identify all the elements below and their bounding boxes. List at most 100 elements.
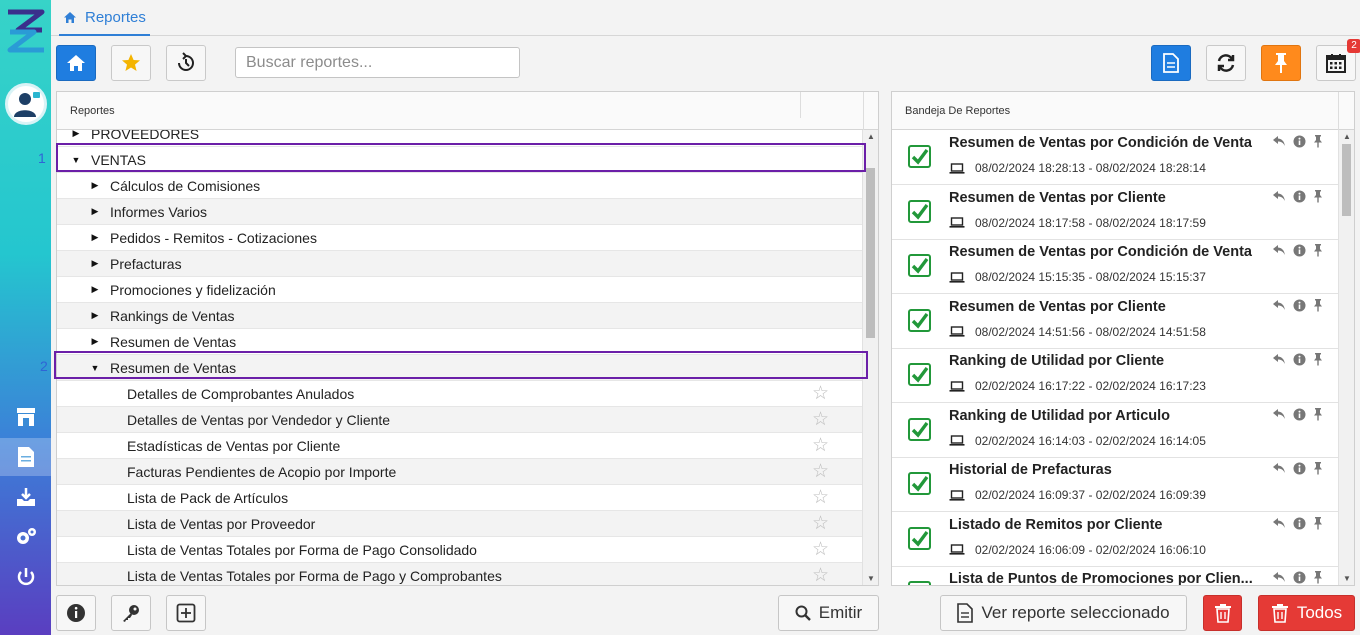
- report-tray-item[interactable]: Ranking de Utilidad por Articulo 02/02/20…: [892, 403, 1338, 458]
- logout-nav-button[interactable]: [0, 558, 51, 596]
- key-button[interactable]: [111, 595, 151, 631]
- pin-icon[interactable]: [1313, 353, 1323, 366]
- report-tray-item[interactable]: Resumen de Ventas por Cliente 08/02/2024 …: [892, 185, 1338, 240]
- pin-button[interactable]: [1261, 45, 1301, 81]
- favorite-star-icon[interactable]: ☆: [812, 486, 829, 509]
- report-tray-item[interactable]: Historial de Prefacturas 02/02/2024 16:09…: [892, 457, 1338, 512]
- info-icon[interactable]: [1293, 571, 1306, 584]
- tray-scrollbar[interactable]: ▲ ▼: [1338, 130, 1354, 585]
- scroll-up-arrow-icon[interactable]: ▲: [863, 132, 879, 141]
- caret-right-icon[interactable]: ▶: [88, 310, 102, 321]
- scroll-up-arrow-icon[interactable]: ▲: [1339, 132, 1355, 141]
- caret-right-icon[interactable]: ▶: [88, 336, 102, 347]
- user-avatar[interactable]: [5, 83, 47, 125]
- info-icon[interactable]: [1293, 517, 1306, 530]
- report-item[interactable]: Lista de Ventas Totales por Forma de Pag…: [57, 537, 863, 563]
- caret-right-icon[interactable]: ▶: [88, 206, 102, 217]
- emitir-button[interactable]: Emitir: [778, 595, 879, 631]
- pin-icon[interactable]: [1313, 135, 1323, 148]
- highlight-box-resumen: [54, 351, 868, 379]
- pin-icon[interactable]: [1313, 407, 1323, 421]
- favorite-star-icon[interactable]: ☆: [812, 408, 829, 431]
- pin-icon[interactable]: [1313, 189, 1323, 203]
- view-selected-report-button[interactable]: Ver reporte seleccionado: [940, 595, 1187, 631]
- favorite-star-icon[interactable]: ☆: [812, 538, 829, 561]
- home-button[interactable]: [56, 45, 96, 81]
- info-icon[interactable]: [1293, 353, 1306, 366]
- caret-right-icon[interactable]: ▶: [69, 130, 83, 139]
- pin-icon[interactable]: [1313, 571, 1323, 584]
- report-item[interactable]: Detalles de Comprobantes Anulados ☆: [57, 381, 863, 407]
- report-item[interactable]: Lista de Pack de Artículos ☆: [57, 485, 863, 511]
- favorite-star-icon[interactable]: ☆: [812, 460, 829, 483]
- report-item[interactable]: Facturas Pendientes de Acopio por Import…: [57, 459, 863, 485]
- refresh-button[interactable]: [1206, 45, 1246, 81]
- tree-folder[interactable]: ▶ Cálculos de Comisiones: [57, 173, 863, 199]
- report-item[interactable]: Lista de Ventas por Proveedor ☆: [57, 511, 863, 537]
- scrollbar-thumb[interactable]: [866, 168, 875, 338]
- report-item[interactable]: Estadísticas de Ventas por Cliente ☆: [57, 433, 863, 459]
- reply-icon[interactable]: [1272, 571, 1286, 583]
- reply-icon[interactable]: [1272, 244, 1286, 256]
- info-icon[interactable]: [1293, 190, 1306, 203]
- tree-folder[interactable]: ▶ Rankings de Ventas: [57, 303, 863, 329]
- annotation-number: 1: [38, 150, 46, 166]
- calendar-button[interactable]: 2: [1316, 39, 1360, 81]
- favorite-star-icon[interactable]: ☆: [812, 434, 829, 457]
- pin-icon[interactable]: [1313, 244, 1323, 257]
- reply-icon[interactable]: [1272, 135, 1286, 147]
- pin-icon[interactable]: [1313, 298, 1323, 312]
- report-tray-item[interactable]: Resumen de Ventas por Condición de Venta…: [892, 239, 1338, 294]
- report-tray-item[interactable]: Resumen de Ventas por Condición de Venta…: [892, 130, 1338, 185]
- delete-button[interactable]: [1203, 595, 1242, 631]
- tab-reportes[interactable]: Reportes: [59, 0, 150, 36]
- reply-icon[interactable]: [1272, 353, 1286, 365]
- pin-icon[interactable]: [1313, 462, 1323, 475]
- caret-right-icon[interactable]: ▶: [88, 180, 102, 191]
- info-icon[interactable]: [1293, 462, 1306, 475]
- report-tray-item[interactable]: Lista de Puntos de Promociones por Clien…: [892, 566, 1338, 585]
- search-input[interactable]: [235, 47, 520, 78]
- report-tray-item[interactable]: Ranking de Utilidad por Cliente 02/02/202…: [892, 348, 1338, 403]
- settings-nav-button[interactable]: [0, 518, 51, 556]
- tree-folder[interactable]: ▶ Promociones y fidelización: [57, 277, 863, 303]
- favorites-button[interactable]: [111, 45, 151, 81]
- reply-icon[interactable]: [1272, 517, 1286, 529]
- history-button[interactable]: [166, 45, 206, 81]
- reply-icon[interactable]: [1272, 190, 1286, 202]
- reply-icon[interactable]: [1272, 462, 1286, 474]
- info-icon[interactable]: [1293, 299, 1306, 312]
- info-icon[interactable]: [1293, 135, 1306, 148]
- caret-right-icon[interactable]: ▶: [88, 258, 102, 269]
- report-tray-item[interactable]: Listado de Remitos por Cliente 02/02/2024…: [892, 512, 1338, 567]
- store-nav-button[interactable]: [0, 398, 51, 436]
- reply-icon[interactable]: [1272, 299, 1286, 311]
- tree-folder[interactable]: ▶ Informes Varios: [57, 199, 863, 225]
- download-nav-button[interactable]: [0, 478, 51, 516]
- reply-icon[interactable]: [1272, 408, 1286, 420]
- delete-all-button[interactable]: Todos: [1258, 595, 1355, 631]
- info-icon[interactable]: [1293, 244, 1306, 257]
- caret-right-icon[interactable]: ▶: [88, 284, 102, 295]
- report-tray-item[interactable]: Resumen de Ventas por Cliente 08/02/2024 …: [892, 294, 1338, 349]
- favorite-star-icon[interactable]: ☆: [812, 382, 829, 405]
- pin-icon[interactable]: [1313, 516, 1323, 530]
- tree-folder[interactable]: ▶ Prefacturas: [57, 251, 863, 277]
- caret-right-icon[interactable]: ▶: [88, 232, 102, 243]
- report-item[interactable]: Detalles de Ventas por Vendedor y Client…: [57, 407, 863, 433]
- favorite-star-icon[interactable]: ☆: [812, 512, 829, 535]
- info-button[interactable]: [56, 595, 96, 631]
- tree-folder[interactable]: ▶ Pedidos - Remitos - Cotizaciones: [57, 225, 863, 251]
- header-divider: [1338, 92, 1339, 130]
- report-meta: 08/02/2024 14:51:56 - 08/02/2024 14:51:5…: [949, 325, 1206, 339]
- scroll-down-arrow-icon[interactable]: ▼: [1339, 574, 1355, 583]
- reports-nav-button[interactable]: [0, 438, 51, 476]
- report-item[interactable]: Lista de Ventas Totales por Forma de Pag…: [57, 563, 863, 585]
- add-button[interactable]: [166, 595, 206, 631]
- info-icon[interactable]: [1293, 408, 1306, 421]
- check-icon: [908, 254, 931, 277]
- scroll-down-arrow-icon[interactable]: ▼: [863, 574, 879, 583]
- view-report-toolbar-button[interactable]: [1151, 45, 1191, 81]
- scrollbar-thumb[interactable]: [1342, 144, 1351, 216]
- favorite-star-icon[interactable]: ☆: [812, 564, 829, 585]
